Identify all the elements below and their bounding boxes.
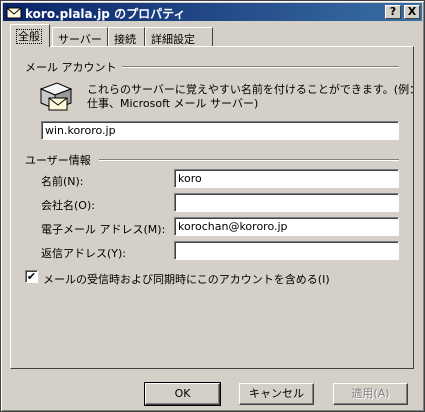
mail-account-group-label: メール アカウント [25, 61, 117, 74]
tab-advanced[interactable]: 詳細設定 [145, 27, 213, 47]
reply-address-input[interactable] [174, 241, 399, 260]
close-button[interactable]: X [404, 5, 420, 19]
help-button[interactable]: ? [385, 5, 401, 19]
properties-dialog: koro.plala.jp のプロパティ ? X 全般 サーバー 接続 詳細設定… [0, 0, 425, 412]
tab-connection[interactable]: 接続 [108, 27, 145, 47]
window-title: koro.plala.jp のプロパティ [25, 7, 186, 21]
tab-servers[interactable]: サーバー [52, 27, 108, 47]
mail-account-icon [6, 7, 22, 19]
include-account-checkbox[interactable]: ✔ [25, 270, 38, 283]
mail-account-description-line2: 仕事、Microsoft メール サーバー) [87, 97, 259, 110]
user-info-divider [99, 159, 399, 161]
email-label: 電子メール アドレス(M): [41, 223, 166, 236]
account-name-input[interactable]: win.kororo.jp [41, 121, 399, 140]
mail-account-divider [122, 66, 399, 68]
include-account-label[interactable]: メールの受信時および同期時にこのアカウントを含める(I) [43, 271, 330, 287]
tab-general[interactable]: 全般 [10, 24, 50, 47]
apply-button[interactable]: 適用(A) [333, 383, 408, 405]
title-bar[interactable]: koro.plala.jp のプロパティ ? X [3, 3, 422, 21]
name-label: 名前(N): [41, 175, 84, 188]
mail-server-icon [39, 82, 73, 111]
ok-button[interactable]: OK [144, 382, 221, 406]
reply-address-label: 返信アドレス(Y): [41, 247, 127, 260]
company-label: 会社名(O): [41, 199, 95, 212]
email-input[interactable]: korochan@kororo.jp [174, 217, 399, 236]
company-input[interactable] [174, 193, 399, 212]
user-info-group-label: ユーザー情報 [25, 154, 91, 167]
name-input[interactable]: koro [174, 169, 399, 188]
cancel-button[interactable]: キャンセル [239, 383, 314, 405]
tab-general-label: 全般 [16, 29, 42, 44]
